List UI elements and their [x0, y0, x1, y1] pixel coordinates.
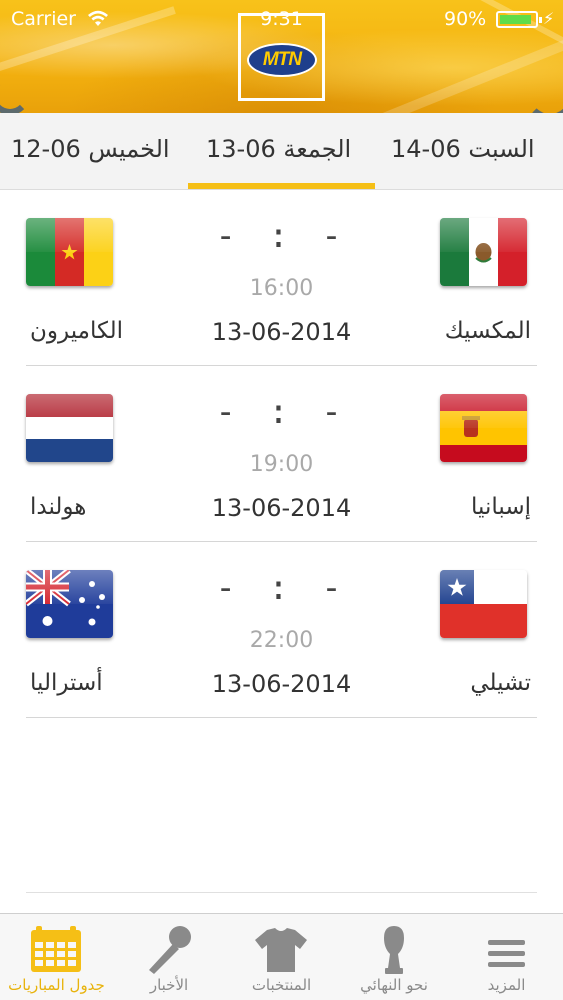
selected-tab-indicator — [188, 183, 375, 189]
battery-percentage: 90% — [444, 8, 487, 30]
logo-text: MTN — [262, 49, 302, 70]
match-row[interactable]: المكسيك - : - 16:00 13-06-2014 الكاميرون — [0, 190, 563, 366]
australia-flag-icon — [26, 570, 113, 638]
tab-more[interactable]: المزيد — [450, 914, 563, 1000]
date-tabs: السبت 06-14 الجمعة 06-13 الخميس 06-12 — [0, 113, 563, 190]
battery-icon — [496, 11, 542, 28]
tab-date-friday[interactable]: الجمعة 06-13 — [206, 135, 351, 163]
header-decoration — [0, 75, 30, 113]
cameroon-flag-icon — [26, 218, 113, 286]
status-bar: Carrier 9:31 90% ⚡ — [0, 0, 563, 38]
away-team-name: هولندا — [30, 494, 87, 520]
jersey-icon — [225, 922, 338, 976]
list-bottom-divider — [26, 892, 537, 893]
row-divider — [26, 717, 537, 718]
tab-teams[interactable]: المنتخبات — [225, 914, 338, 1000]
bottom-tab-bar: جدول المباريات الأخبار المنتخبات نحو الن… — [0, 913, 563, 1000]
tab-news[interactable]: الأخبار — [113, 914, 225, 1000]
tab-road-to-final-label: نحو النهائي — [360, 976, 428, 994]
logo-oval: MTN — [247, 43, 317, 77]
trophy-icon — [338, 922, 450, 976]
away-team-name: أستراليا — [30, 670, 103, 696]
app-header: Carrier 9:31 90% ⚡ MTN — [0, 0, 563, 113]
header-decoration — [525, 70, 563, 113]
tab-date-saturday[interactable]: السبت 06-14 — [391, 135, 535, 163]
battery-fill — [500, 15, 531, 24]
tab-more-label: المزيد — [487, 976, 526, 994]
match-row[interactable]: تشيلي - : - 22:00 13-06-2014 أستراليا — [0, 542, 563, 718]
away-team-name: الكاميرون — [30, 318, 124, 344]
tab-date-thursday[interactable]: الخميس 06-12 — [11, 135, 170, 163]
tab-news-label: الأخبار — [149, 976, 189, 994]
tab-teams-label: المنتخبات — [251, 976, 312, 994]
match-row[interactable]: إسبانيا - : - 19:00 13-06-2014 هولندا — [0, 366, 563, 542]
calendar-icon — [0, 922, 113, 976]
netherlands-flag-icon — [26, 394, 113, 462]
charging-icon: ⚡ — [543, 9, 555, 28]
microphone-icon — [113, 922, 225, 976]
tab-schedule[interactable]: جدول المباريات — [0, 914, 113, 1000]
menu-icon — [450, 922, 563, 976]
tab-schedule-label: جدول المباريات — [8, 976, 105, 994]
tab-road-to-final[interactable]: نحو النهائي — [338, 914, 450, 1000]
